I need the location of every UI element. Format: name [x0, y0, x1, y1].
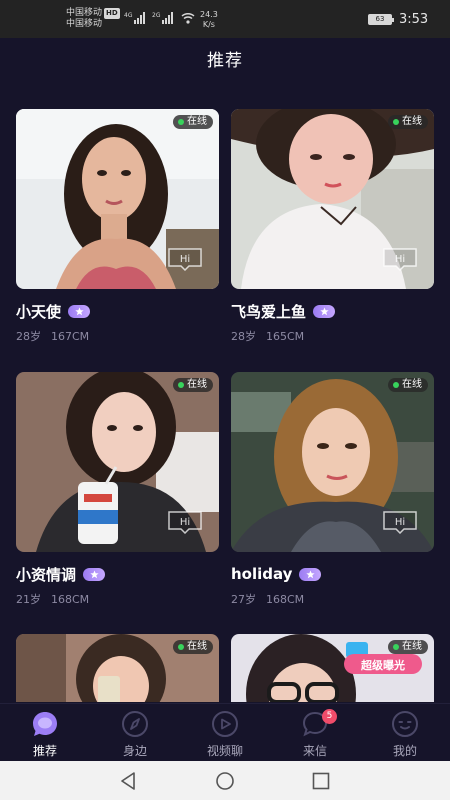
user-card[interactable]: 超级曝光 在线	[231, 634, 434, 702]
vip-star-icon	[313, 304, 336, 318]
online-dot	[178, 119, 184, 125]
tab-label: 来信	[302, 744, 327, 758]
page-title: 推荐	[207, 51, 243, 71]
say-hi-button[interactable]: Hi	[382, 247, 418, 271]
user-age: 28岁	[231, 330, 256, 343]
online-label: 在线	[402, 641, 422, 652]
online-badge: 在线	[388, 115, 428, 129]
tab-label: 身边	[122, 744, 147, 758]
hd-badge: HD	[104, 8, 120, 19]
signal-icon: 2G	[152, 12, 174, 24]
say-hi-button[interactable]: Hi	[382, 510, 418, 534]
signal-icon: 4G	[124, 12, 146, 24]
online-badge: 在线	[173, 378, 213, 392]
user-photo[interactable]: 在线 Hi	[16, 372, 219, 552]
video-chat-icon	[212, 711, 238, 737]
user-height: 168CM	[266, 593, 305, 606]
network-speed: 24.3 K/s	[200, 10, 218, 30]
user-name: 飞鸟爱上鱼	[231, 302, 307, 321]
home-icon[interactable]	[214, 770, 236, 792]
tab-label: 我的	[392, 744, 417, 758]
user-meta: 28岁 165CM	[231, 328, 434, 344]
user-card[interactable]: 在线 Hi 飞鸟爱上鱼 28岁 165CM	[231, 109, 434, 344]
online-label: 在线	[187, 116, 207, 127]
say-hi-button[interactable]: Hi	[167, 247, 203, 271]
say-hi-label: Hi	[395, 254, 405, 265]
user-card[interactable]: 在线 Hi holiday 27岁 168CM	[231, 372, 434, 607]
tab-label: 推荐	[32, 744, 57, 758]
user-photo[interactable]: 超级曝光 在线	[231, 634, 434, 702]
carrier-2: 中国移动	[66, 19, 103, 29]
user-height: 168CM	[51, 593, 90, 606]
online-label: 在线	[187, 379, 207, 390]
online-dot	[393, 382, 399, 388]
online-label: 在线	[402, 116, 422, 127]
say-hi-label: Hi	[395, 517, 405, 528]
status-bar: 中国移动 HD 中国移动 4G 2G 24.3 K/s 63 3:53	[0, 0, 450, 38]
recommend-icon	[33, 712, 57, 736]
user-height: 167CM	[51, 330, 90, 343]
user-name: 小天使	[16, 302, 62, 321]
user-height: 165CM	[266, 330, 305, 343]
user-meta: 28岁 167CM	[16, 328, 219, 344]
online-dot	[178, 644, 184, 650]
user-photo[interactable]: 在线 Hi	[16, 109, 219, 289]
say-hi-button[interactable]: Hi	[167, 510, 203, 534]
user-meta: 21岁 168CM	[16, 591, 219, 607]
user-grid[interactable]: 在线 Hi 小天使 28岁 167CM 在线 Hi 飞鸟爱上鱼 28岁 165C…	[0, 92, 450, 702]
tab-recommend[interactable]: 推荐	[0, 704, 90, 762]
online-dot	[393, 644, 399, 650]
profile-icon	[392, 711, 418, 737]
carrier-info: 中国移动 HD 中国移动	[66, 8, 120, 30]
wifi-icon	[181, 12, 195, 24]
vip-star-icon	[83, 567, 106, 581]
online-dot	[178, 382, 184, 388]
vip-star-icon	[299, 567, 322, 581]
header: 推荐	[0, 38, 450, 92]
user-meta: 27岁 168CM	[231, 591, 434, 607]
app-screen: 中国移动 HD 中国移动 4G 2G 24.3 K/s 63 3:53 推荐 在…	[0, 0, 450, 800]
battery-icon: 63	[368, 14, 394, 25]
back-icon[interactable]	[117, 770, 139, 792]
user-name: holiday	[231, 565, 293, 583]
say-hi-label: Hi	[180, 254, 190, 265]
user-age: 28岁	[16, 330, 41, 343]
system-nav-bar	[0, 761, 450, 800]
promo-label: 超级曝光	[360, 658, 405, 672]
user-card[interactable]: 在线 Hi 小天使 28岁 167CM	[16, 109, 219, 344]
online-label: 在线	[402, 379, 422, 390]
online-badge: 在线	[173, 640, 213, 654]
user-photo[interactable]: 在线 Hi	[231, 372, 434, 552]
user-name: 小资情调	[16, 565, 77, 584]
tab-label: 视频聊	[206, 744, 243, 758]
speed-unit: K/s	[202, 20, 215, 29]
user-card[interactable]: 在线	[16, 634, 219, 702]
online-badge: 在线	[388, 640, 428, 654]
tab-messages[interactable]: 5 来信	[270, 704, 360, 762]
network-type-1: 4G	[124, 12, 133, 19]
online-badge: 在线	[388, 378, 428, 392]
recents-icon[interactable]	[310, 770, 332, 792]
user-photo[interactable]: 在线	[16, 634, 219, 702]
battery-level: 63	[369, 15, 391, 24]
unread-badge: 5	[322, 709, 337, 724]
user-card[interactable]: 在线 Hi 小资情调 21岁 168CM	[16, 372, 219, 607]
tab-profile[interactable]: 我的	[360, 704, 450, 762]
online-label: 在线	[187, 641, 207, 652]
compass-icon	[122, 711, 148, 737]
online-dot	[393, 119, 399, 125]
tab-video-chat[interactable]: 视频聊	[180, 704, 270, 762]
tab-nearby[interactable]: 身边	[90, 704, 180, 762]
online-badge: 在线	[173, 115, 213, 129]
vip-star-icon	[68, 304, 91, 318]
user-age: 27岁	[231, 593, 256, 606]
tab-bar: 推荐 身边 视频聊 5 来信 我的	[0, 703, 450, 761]
speed-value: 24.3	[200, 10, 218, 19]
user-age: 21岁	[16, 593, 41, 606]
clock: 3:53	[399, 12, 429, 27]
user-photo[interactable]: 在线 Hi	[231, 109, 434, 289]
carrier-1: 中国移动	[66, 8, 103, 18]
say-hi-label: Hi	[180, 517, 190, 528]
network-type-2: 2G	[152, 12, 161, 19]
